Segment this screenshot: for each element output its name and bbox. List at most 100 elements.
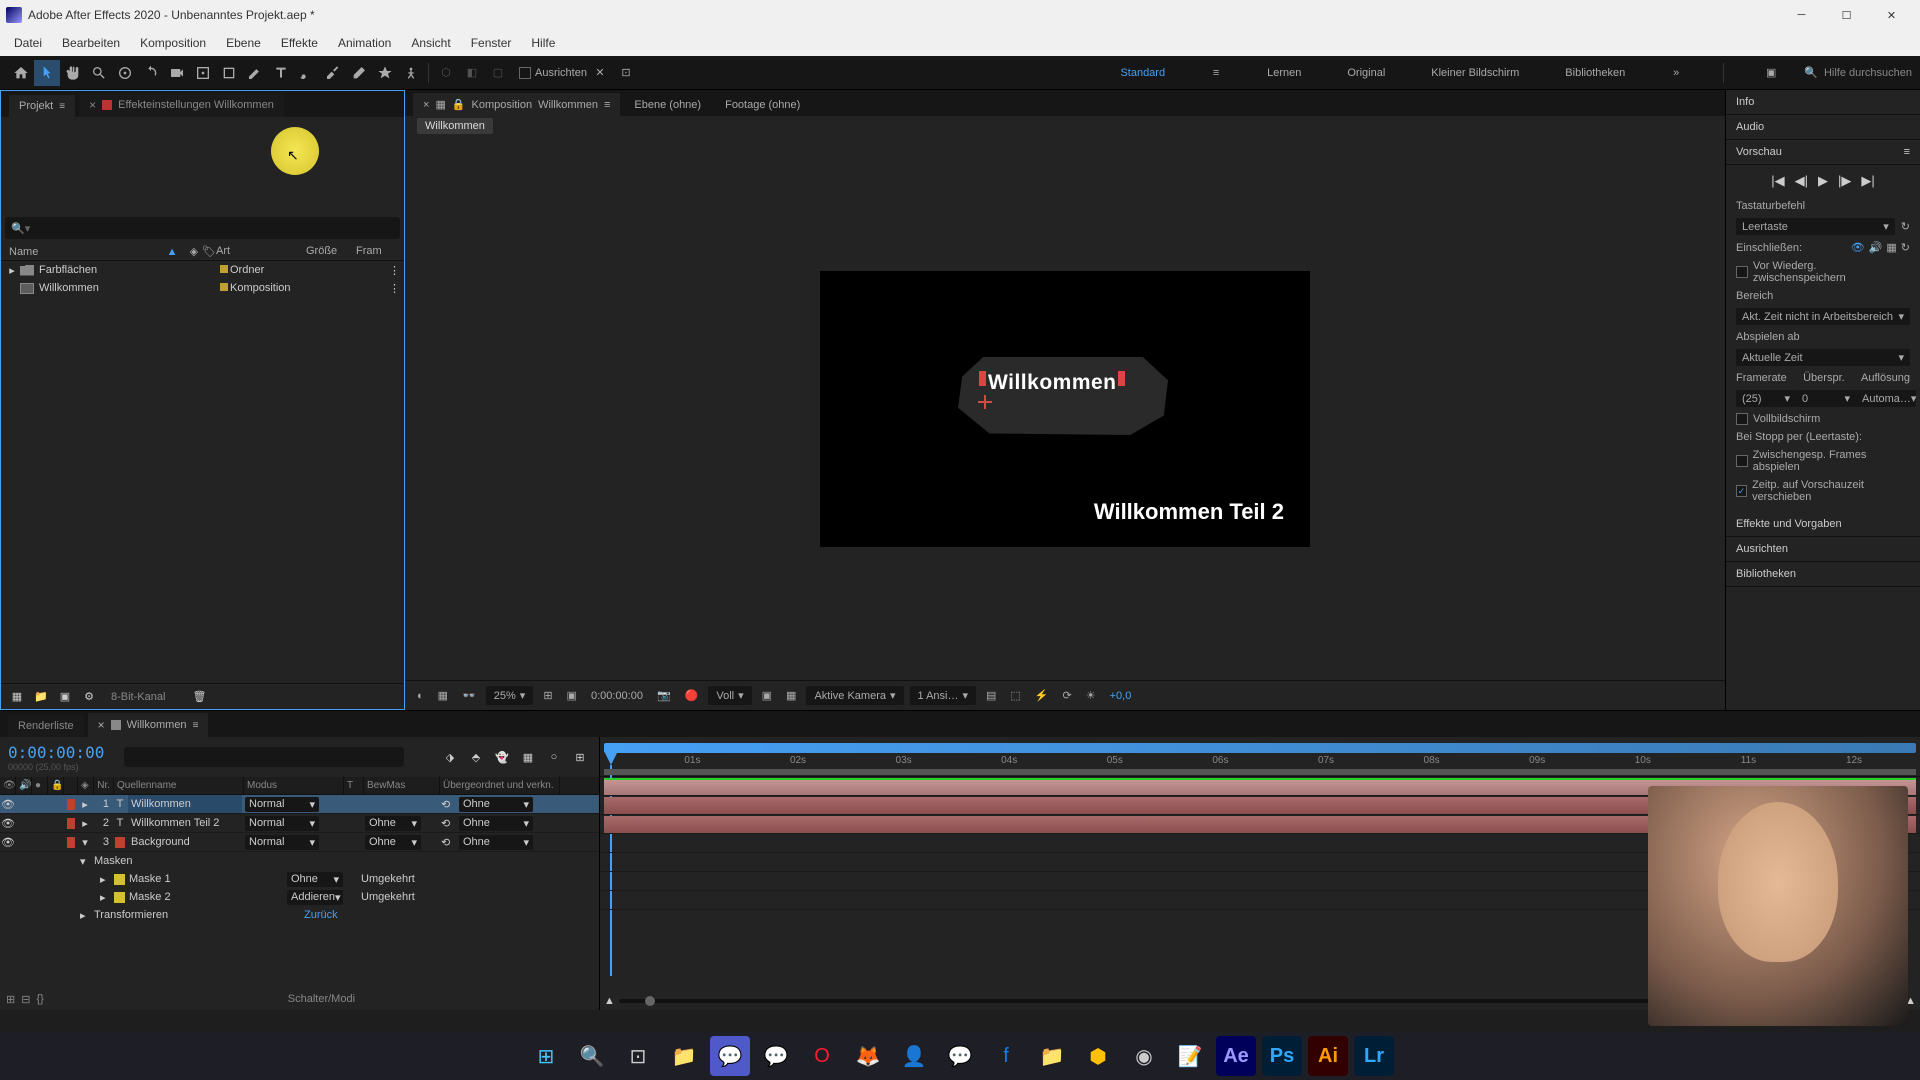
parent-select[interactable]: Ohne▾: [459, 835, 533, 850]
reset-icon[interactable]: ↻: [1901, 220, 1910, 233]
zoom-tool[interactable]: [86, 60, 112, 86]
menu-ansicht[interactable]: Ansicht: [401, 32, 460, 54]
tab-menu-icon[interactable]: ≡: [604, 99, 610, 111]
viewer-time[interactable]: 0:00:00:00: [587, 688, 647, 704]
col-nr[interactable]: Nr.: [94, 777, 114, 794]
close-icon[interactable]: ×: [423, 99, 429, 111]
settings-icon[interactable]: ⚙: [79, 687, 99, 707]
visibility-toggle[interactable]: 👁: [0, 795, 16, 813]
project-search[interactable]: 🔍▾: [5, 217, 400, 239]
explorer-icon[interactable]: 📁: [664, 1036, 704, 1076]
text-tool[interactable]: [268, 60, 294, 86]
menu-bearbeiten[interactable]: Bearbeiten: [52, 32, 130, 54]
col-visibility[interactable]: 👁: [0, 777, 16, 794]
workspace-lernen[interactable]: Lernen: [1259, 63, 1309, 83]
range-select[interactable]: Akt. Zeit nicht in Arbeitsbereich▾: [1736, 308, 1910, 325]
workspace-standard[interactable]: Standard: [1112, 63, 1173, 83]
col-label[interactable]: ◈: [78, 777, 94, 794]
mask-color[interactable]: [114, 892, 125, 903]
exposure-icon[interactable]: ☀: [1082, 687, 1100, 704]
pen-tool[interactable]: [242, 60, 268, 86]
blend-mode-select[interactable]: Normal▾: [245, 835, 319, 850]
move-time-check[interactable]: [1736, 485, 1747, 497]
workspace-menu-icon[interactable]: ≡: [1203, 60, 1229, 86]
mask-mode-select[interactable]: Ohne▾: [287, 872, 343, 887]
whatsapp-icon[interactable]: 💬: [756, 1036, 796, 1076]
align-checkbox[interactable]: Ausrichten: [519, 67, 587, 79]
col-frame[interactable]: Fram: [356, 245, 396, 258]
transform-group[interactable]: ▸ Transformieren Zurück: [0, 906, 599, 924]
panel-menu-icon[interactable]: ≡: [1904, 146, 1910, 158]
snap-options-icon[interactable]: ⊡: [613, 60, 639, 86]
cached-frames-check[interactable]: [1736, 455, 1748, 467]
tag-col-icon[interactable]: 🏷: [202, 245, 216, 258]
footage-tab[interactable]: Footage (ohne): [715, 94, 810, 116]
puppet-tool[interactable]: [398, 60, 424, 86]
res-toggle-icon[interactable]: ⊞: [539, 687, 556, 704]
mask-expand[interactable]: ▸: [100, 891, 114, 904]
stroke-icon[interactable]: ▢: [485, 60, 511, 86]
home-tool[interactable]: [8, 60, 34, 86]
parent-pick-icon[interactable]: ⟲: [438, 814, 456, 832]
messenger-icon[interactable]: 💬: [940, 1036, 980, 1076]
resolution-select[interactable]: Voll▾: [708, 686, 751, 705]
play-button[interactable]: ▶: [1818, 173, 1828, 189]
next-frame-button[interactable]: |▶: [1838, 173, 1851, 189]
app2-icon[interactable]: ⬢: [1078, 1036, 1118, 1076]
menu-effekte[interactable]: Effekte: [271, 32, 328, 54]
menu-fenster[interactable]: Fenster: [461, 32, 522, 54]
pan-behind-tool[interactable]: [190, 60, 216, 86]
zoom-select[interactable]: 25%▾: [486, 686, 534, 705]
cc-icon[interactable]: ▤: [982, 687, 1000, 704]
nav-icon[interactable]: ▦: [435, 98, 445, 111]
transparency-icon[interactable]: ▦: [782, 687, 800, 704]
effect-controls-tab[interactable]: ×Effekteinstellungen Willkommen: [79, 93, 284, 117]
parent-select[interactable]: Ohne▾: [459, 797, 533, 812]
preview-panel-tab[interactable]: Vorschau≡: [1726, 140, 1920, 165]
col-source-name[interactable]: Quellenname: [114, 777, 244, 794]
shortcut-select[interactable]: Leertaste▾: [1736, 218, 1895, 235]
help-search[interactable]: Hilfe durchsuchen: [1824, 67, 1912, 79]
fill-icon[interactable]: ◧: [459, 60, 485, 86]
interpret-icon[interactable]: ▦: [7, 687, 27, 707]
layer-row[interactable]: 👁 ▸ 2 T Willkommen Teil 2 Normal▾ Ohne▾ …: [0, 814, 599, 833]
snap-icon[interactable]: ⬡: [433, 60, 459, 86]
renderer-icon[interactable]: ⚡: [1031, 687, 1053, 704]
grid-icon[interactable]: ▦: [434, 687, 452, 704]
roto-tool[interactable]: [372, 60, 398, 86]
firefox-icon[interactable]: 🦊: [848, 1036, 888, 1076]
time-ruler[interactable]: 01s 02s 03s 04s 05s 06s 07s 08s 09s 10s …: [600, 755, 1920, 777]
menu-ebene[interactable]: Ebene: [216, 32, 271, 54]
cache-before-check[interactable]: [1736, 266, 1748, 278]
parent-select[interactable]: Ohne▾: [459, 816, 533, 831]
visibility-toggle[interactable]: 👁: [0, 833, 16, 851]
bit-depth[interactable]: 8-Bit-Kanal: [111, 691, 165, 703]
mask-color[interactable]: [114, 874, 125, 885]
timeline-comp-tab[interactable]: ×Willkommen≡: [88, 713, 209, 737]
graph-editor-icon[interactable]: ⊞: [569, 746, 591, 768]
res-select[interactable]: Automa…▾: [1856, 390, 1916, 407]
first-frame-button[interactable]: |◀: [1771, 173, 1784, 189]
render-queue-tab[interactable]: Renderliste: [8, 715, 84, 737]
layer-expand[interactable]: ▸: [78, 795, 92, 813]
timeline-search[interactable]: [124, 747, 404, 767]
photoshop-icon[interactable]: Ps: [1262, 1036, 1302, 1076]
text-layer-2[interactable]: Willkommen Teil 2: [1094, 499, 1284, 525]
folder-icon[interactable]: 📁: [1032, 1036, 1072, 1076]
obs-icon[interactable]: ◉: [1124, 1036, 1164, 1076]
channel-icon[interactable]: 🔴: [681, 687, 703, 704]
layer-expand[interactable]: ▸: [78, 814, 92, 832]
blend-mode-select[interactable]: Normal▾: [245, 816, 319, 831]
workspace-original[interactable]: Original: [1339, 63, 1393, 83]
toggle-switches-icon[interactable]: ⊞: [6, 993, 15, 1006]
audio-panel-tab[interactable]: Audio: [1726, 115, 1920, 140]
eraser-tool[interactable]: [346, 60, 372, 86]
notepad-icon[interactable]: 📝: [1170, 1036, 1210, 1076]
menu-komposition[interactable]: Komposition: [130, 32, 216, 54]
skip-select[interactable]: 0▾: [1796, 390, 1856, 407]
workspace-bibliotheken[interactable]: Bibliotheken: [1557, 63, 1633, 83]
start-button[interactable]: ⊞: [526, 1036, 566, 1076]
align-panel-tab[interactable]: Ausrichten: [1726, 537, 1920, 562]
mask-invert[interactable]: Umgekehrt: [361, 891, 415, 903]
row-menu-icon[interactable]: ⋮: [370, 264, 400, 277]
